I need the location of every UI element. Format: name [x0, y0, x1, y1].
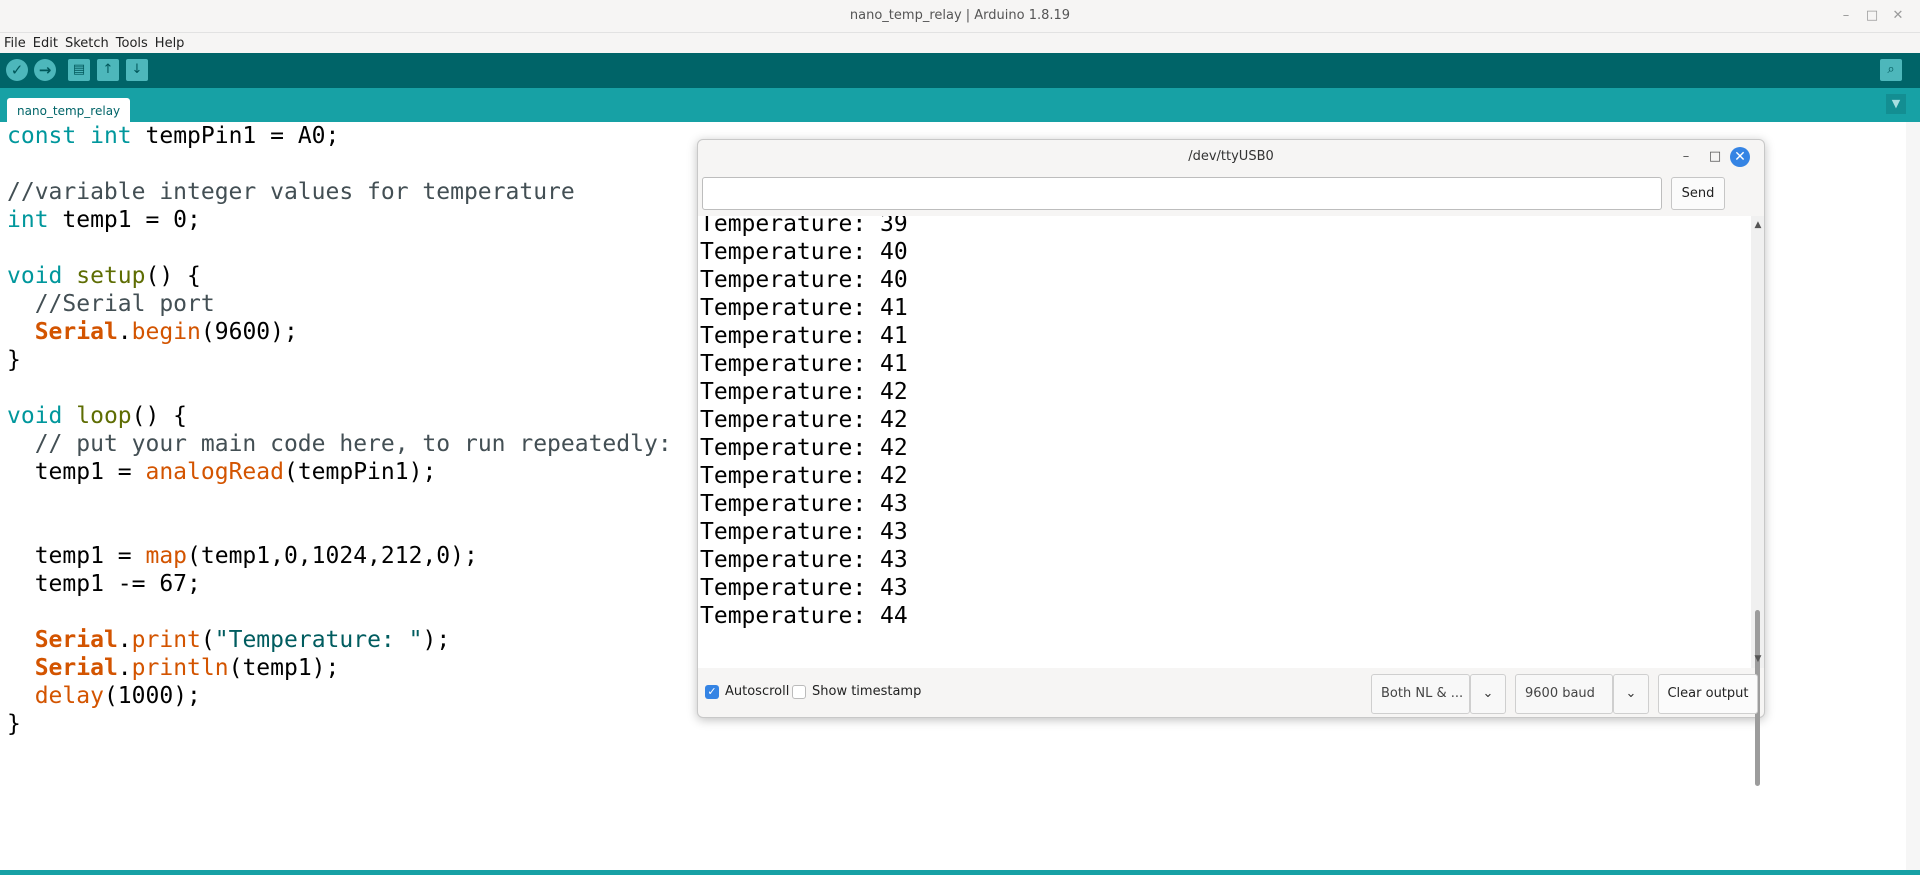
baud-chevron-down-icon[interactable]: ⌄ — [1613, 674, 1649, 714]
output-line: Temperature: 42 — [700, 435, 908, 461]
send-button[interactable]: Send — [1671, 177, 1725, 210]
toolbar: ✓ → ▤ ↑ ↓ ⌕ — [0, 53, 1920, 88]
output-scrollbar[interactable] — [1751, 216, 1764, 668]
tab-nano-temp-relay[interactable]: nano_temp_relay — [7, 98, 131, 122]
output-line: Temperature: 41 — [700, 351, 908, 377]
autoscroll-label: Autoscroll — [725, 684, 790, 699]
timestamp-label: Show timestamp — [812, 684, 922, 699]
scroll-down-icon[interactable]: ▼ — [1753, 654, 1763, 664]
maximize-icon[interactable]: □ — [1864, 8, 1880, 24]
code-line-4: int temp1 = 0; — [7, 207, 201, 233]
serial-input[interactable] — [702, 177, 1662, 210]
line-ending-select[interactable]: Both NL & ... — [1371, 674, 1470, 714]
code-line-20: Serial.println(temp1); — [34, 655, 340, 681]
code-line-13: temp1 = analogRead(tempPin1); — [7, 459, 437, 485]
code-line-21: delay(1000); — [34, 683, 201, 709]
timestamp-checkbox[interactable] — [792, 685, 806, 699]
code-line-19: Serial.print("Temperature: "); — [34, 627, 451, 653]
code-line-1: const int tempPin1 = A0; — [7, 123, 340, 149]
status-strip — [0, 870, 1920, 875]
code-line-16: temp1 = map(temp1,0,1024,212,0); — [7, 543, 478, 569]
menu-help[interactable]: Help — [151, 34, 188, 54]
output-line: Temperature: 43 — [700, 491, 908, 517]
open-icon[interactable]: ↑ — [97, 59, 119, 81]
verify-icon[interactable]: ✓ — [6, 59, 28, 81]
output-line: Temperature: 43 — [700, 547, 908, 573]
output-line: Temperature: 39 — [700, 216, 908, 237]
serial-monitor-title: /dev/ttyUSB0 — [1188, 149, 1274, 164]
tab-bar: nano_temp_relay ▼ — [0, 88, 1920, 122]
serial-monitor-dialog: /dev/ttyUSB0 – □ ✕ Send Temperature: 39 … — [697, 139, 1765, 786]
output-line: Temperature: 43 — [700, 519, 908, 545]
output-line: Temperature: 44 — [700, 603, 908, 629]
serial-monitor-footer: ✓ Autoscroll Show timestamp Both NL & ..… — [698, 668, 1764, 717]
code-line-17: temp1 -= 67; — [7, 571, 201, 597]
code-line-9: } — [7, 347, 21, 373]
menu-edit[interactable]: Edit — [29, 34, 61, 54]
line-ending-chevron-down-icon[interactable]: ⌄ — [1470, 674, 1506, 714]
code-line-3: //variable integer values for temperatur… — [7, 179, 575, 205]
serial-monitor-icon[interactable]: ⌕ — [1880, 59, 1902, 81]
output-line: Temperature: 42 — [700, 379, 908, 405]
tab-menu-chevron-down-icon[interactable]: ▼ — [1886, 94, 1906, 114]
autoscroll-checkbox[interactable]: ✓ — [705, 685, 719, 699]
dialog-maximize-icon[interactable]: □ — [1707, 149, 1723, 165]
code-line-12: // put your main code here, to run repea… — [34, 431, 672, 457]
window-titlebar: nano_temp_relay | Arduino 1.8.19 – □ ✕ — [0, 0, 1920, 33]
close-icon[interactable]: ✕ — [1890, 8, 1906, 24]
menu-bar: File Edit Sketch Tools Help — [0, 33, 1920, 53]
output-line: Temperature: 41 — [700, 323, 908, 349]
editor-scrollbar[interactable] — [1906, 122, 1920, 870]
serial-output: Temperature: 39 Temperature: 40 Temperat… — [698, 216, 1751, 668]
window-title: nano_temp_relay | Arduino 1.8.19 — [849, 8, 1071, 23]
minimize-icon[interactable]: – — [1838, 8, 1854, 24]
menu-file[interactable]: File — [0, 34, 29, 54]
output-line: Temperature: 41 — [700, 295, 908, 321]
dialog-minimize-icon[interactable]: – — [1678, 149, 1694, 165]
code-line-6: void setup() { — [7, 263, 201, 289]
dialog-close-icon[interactable]: ✕ — [1730, 147, 1750, 167]
code-line-11: void loop() { — [7, 403, 188, 429]
output-line: Temperature: 40 — [700, 239, 908, 265]
code-line-22: } — [7, 711, 21, 737]
output-line: Temperature: 42 — [700, 407, 908, 433]
output-line: Temperature: 42 — [700, 463, 908, 489]
output-line: Temperature: 40 — [700, 267, 908, 293]
code-line-8: Serial.begin(9600); — [34, 319, 298, 345]
menu-tools[interactable]: Tools — [112, 34, 151, 54]
scroll-up-icon[interactable]: ▲ — [1753, 220, 1763, 230]
menu-sketch[interactable]: Sketch — [61, 34, 112, 54]
new-icon[interactable]: ▤ — [68, 59, 90, 81]
save-icon[interactable]: ↓ — [126, 59, 148, 81]
upload-icon[interactable]: → — [34, 59, 56, 81]
output-line: Temperature: 43 — [700, 575, 908, 601]
code-line-7: //Serial port — [34, 291, 215, 317]
baud-rate-select[interactable]: 9600 baud — [1515, 674, 1613, 714]
clear-output-button[interactable]: Clear output — [1658, 674, 1758, 714]
